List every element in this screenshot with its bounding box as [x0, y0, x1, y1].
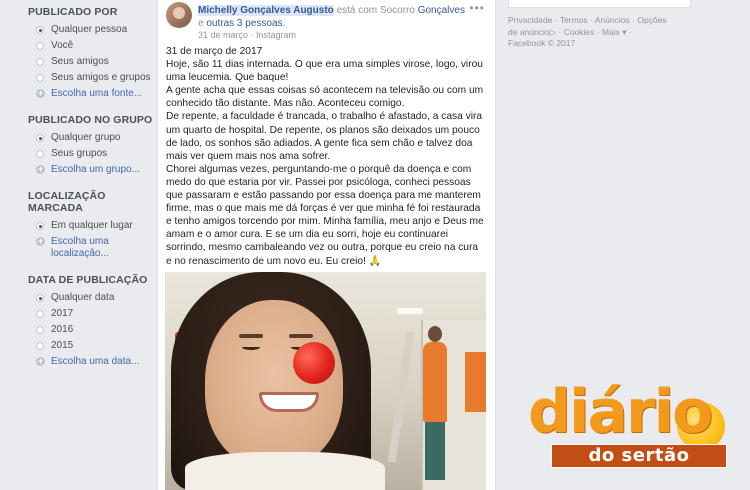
post-date-link[interactable]: 31 de março: [198, 30, 248, 40]
filter-option-2016[interactable]: 2016: [28, 324, 153, 336]
choose-location-link[interactable]: + Escolha uma localização...: [28, 236, 153, 260]
filter-group-title: LOCALIZAÇÃO MARCADA: [28, 190, 106, 214]
post-body: 31 de março de 2017 Hoje, são 11 dias in…: [158, 45, 495, 268]
choose-location-label: Escolha uma localização...: [51, 236, 109, 259]
footer-link-more[interactable]: Mais: [602, 27, 620, 37]
post-meta: 31 de março · Instagram: [198, 30, 297, 40]
author-name-link[interactable]: Michelly Gonçalves Augusto: [198, 5, 334, 16]
filter-option-label: Qualquer pessoa: [51, 24, 128, 35]
choose-group-link[interactable]: + Escolha um grupo...: [28, 164, 153, 176]
footer-link-cookies[interactable]: Cookies: [564, 27, 595, 37]
footer-copyright: Facebook © 2017: [508, 38, 576, 48]
filter-option-label: Qualquer data: [51, 292, 115, 303]
footer-link-privacy[interactable]: Privacidade: [508, 15, 552, 25]
radio-selected-icon[interactable]: [36, 134, 44, 142]
post-paragraph: 31 de março de 2017: [166, 46, 263, 57]
with-text: está com Socorro: [336, 5, 415, 16]
choose-date-link[interactable]: + Escolha uma data...: [28, 356, 153, 368]
filter-option-2015[interactable]: 2015: [28, 340, 153, 352]
radio-icon[interactable]: [36, 74, 44, 82]
filter-option-label: Seus amigos: [51, 56, 109, 67]
radio-selected-icon[interactable]: [36, 222, 44, 230]
filter-option-label: Qualquer grupo: [51, 132, 121, 143]
filter-group-title: PUBLICADO POR: [28, 6, 118, 18]
plus-icon: +: [36, 164, 45, 174]
post-author-line: Michelly Gonçalves Augusto está com Soco…: [198, 4, 468, 30]
radio-icon[interactable]: [36, 150, 44, 158]
plus-icon: +: [36, 356, 45, 366]
footer-link-ads[interactable]: Anúncios: [595, 15, 630, 25]
choose-date-label: Escolha uma data...: [51, 356, 140, 367]
tagged-friend-link[interactable]: Gonçalves: [418, 5, 465, 16]
filter-option-your-groups[interactable]: Seus grupos: [28, 148, 153, 160]
filter-option-label: Seus amigos e grupos: [51, 72, 151, 83]
radio-icon[interactable]: [36, 42, 44, 50]
filter-group-posted-in-group: PUBLICADO NO GRUPO Qualquer grupo Seus g…: [28, 114, 153, 176]
filter-group-posted-by: PUBLICADO POR Qualquer pessoa Você Seus …: [28, 6, 153, 100]
filter-option-label: 2017: [51, 308, 74, 319]
and-text: e: [198, 18, 204, 29]
page-footer: Privacidade · Termos · Anúncios · Opções…: [508, 15, 667, 48]
filter-option-label: 2016: [51, 324, 74, 335]
choose-source-label: Escolha uma fonte...: [51, 88, 143, 99]
post-paragraph: Hoje, são 11 dias internada. O que era u…: [166, 59, 483, 84]
filter-option-you[interactable]: Você: [28, 40, 153, 52]
diario-do-sertao-logo: diário do sertão: [528, 382, 728, 474]
post-source: Instagram: [256, 30, 297, 40]
filter-group-tagged-location: LOCALIZAÇÃO MARCADA Em qualquer lugar + E…: [28, 190, 153, 260]
post-card: Michelly Gonçalves Augusto está com Soco…: [157, 0, 496, 490]
avatar[interactable]: [166, 2, 192, 28]
ellipsis-icon[interactable]: •••: [469, 1, 485, 15]
post-header: Michelly Gonçalves Augusto está com Soco…: [158, 0, 495, 44]
post-paragraph: Chorei algumas vezes, perguntando-me o p…: [166, 163, 484, 267]
filter-option-any-group[interactable]: Qualquer grupo: [28, 132, 153, 144]
filter-option-your-friends[interactable]: Seus amigos: [28, 56, 153, 68]
logo-word: diário: [528, 377, 713, 447]
logo-band: do sertão: [551, 444, 727, 468]
filter-option-anywhere[interactable]: Em qualquer lugar: [28, 220, 153, 232]
filter-option-friends-and-groups[interactable]: Seus amigos e grupos: [28, 72, 153, 84]
radio-icon[interactable]: [36, 342, 44, 350]
choose-source-link[interactable]: + Escolha uma fonte...: [28, 88, 153, 100]
radio-icon[interactable]: [36, 310, 44, 318]
filter-option-label: Você: [51, 40, 74, 51]
others-link[interactable]: outras 3 pessoas.: [206, 18, 285, 29]
search-filters-sidebar: PUBLICADO POR Qualquer pessoa Você Seus …: [28, 6, 153, 382]
filter-option-2017[interactable]: 2017: [28, 308, 153, 320]
plus-icon: +: [36, 236, 45, 246]
radio-icon[interactable]: [36, 326, 44, 334]
filter-option-label: Seus grupos: [51, 148, 108, 159]
clown-nose: [293, 342, 335, 384]
choose-group-label: Escolha um grupo...: [51, 164, 140, 175]
post-paragraph: A gente acha que essas coisas só acontec…: [166, 85, 484, 110]
plus-icon: +: [36, 88, 45, 98]
post-photo[interactable]: [165, 272, 486, 490]
filter-group-date-posted: DATA DE PUBLICAÇÃO Qualquer data 2017 20…: [28, 274, 153, 368]
filter-group-title: DATA DE PUBLICAÇÃO: [28, 274, 148, 286]
radio-selected-icon[interactable]: [36, 26, 44, 34]
radio-selected-icon[interactable]: [36, 294, 44, 302]
right-box-edge: [508, 0, 691, 8]
post-paragraph: De repente, a faculdade é trancada, o tr…: [166, 111, 483, 162]
filter-option-anyone[interactable]: Qualquer pessoa: [28, 24, 153, 36]
filter-option-label: 2015: [51, 340, 74, 351]
ad-choices-icon: ▷: [549, 26, 557, 37]
footer-link-terms[interactable]: Termos: [560, 15, 588, 25]
filter-option-any-date[interactable]: Qualquer data: [28, 292, 153, 304]
filter-option-label: Em qualquer lugar: [51, 220, 133, 231]
filter-group-title: PUBLICADO NO GRUPO: [28, 114, 153, 126]
radio-icon[interactable]: [36, 58, 44, 66]
